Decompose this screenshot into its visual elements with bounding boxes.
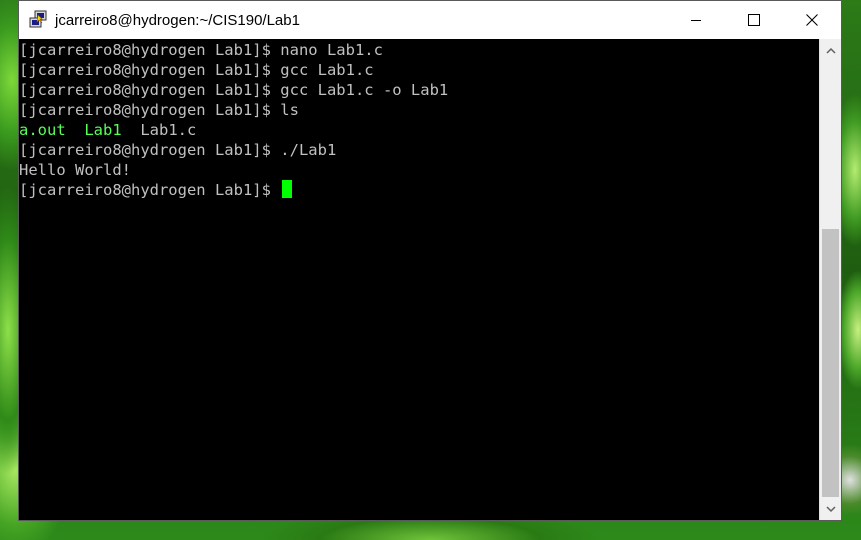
- program-output-line: Hello World!: [19, 161, 131, 179]
- ls-entry-file: Lab1.c: [140, 121, 197, 139]
- scroll-thumb[interactable]: [822, 229, 839, 497]
- minimize-button[interactable]: [667, 1, 725, 39]
- chevron-down-icon: [825, 505, 836, 512]
- vertical-scrollbar[interactable]: [819, 39, 841, 520]
- title-bar[interactable]: jcarreiro8@hydrogen:~/CIS190/Lab1: [19, 1, 841, 39]
- maximize-button[interactable]: [725, 1, 783, 39]
- shell-prompt: [jcarreiro8@hydrogen Lab1]$: [19, 181, 281, 199]
- putty-window: jcarreiro8@hydrogen:~/CIS190/Lab1 [jcarr…: [18, 0, 842, 521]
- scroll-up-button[interactable]: [820, 40, 841, 60]
- close-icon: [806, 14, 818, 26]
- scroll-down-button[interactable]: [820, 499, 841, 519]
- terminal-line: [jcarreiro8@hydrogen Lab1]$ ./Lab1: [19, 141, 337, 159]
- terminal-line: [jcarreiro8@hydrogen Lab1]$ nano Lab1.c: [19, 41, 383, 59]
- window-title: jcarreiro8@hydrogen:~/CIS190/Lab1: [55, 11, 300, 29]
- window-controls: [667, 1, 841, 39]
- terminal-line: [jcarreiro8@hydrogen Lab1]$ gcc Lab1.c -…: [19, 81, 449, 99]
- minimize-icon: [691, 20, 701, 21]
- chevron-up-icon: [825, 47, 836, 54]
- maximize-icon: [748, 14, 760, 26]
- terminal-line: [jcarreiro8@hydrogen Lab1]$ gcc Lab1.c: [19, 61, 374, 79]
- close-button[interactable]: [783, 1, 841, 39]
- putty-icon[interactable]: [28, 10, 48, 30]
- terminal-output[interactable]: [jcarreiro8@hydrogen Lab1]$ nano Lab1.c …: [19, 39, 819, 520]
- terminal-line: [jcarreiro8@hydrogen Lab1]$ ls: [19, 101, 299, 119]
- text-cursor: [282, 180, 293, 198]
- ls-entry-executable: Lab1: [84, 121, 122, 139]
- ls-entry-executable: a.out: [19, 121, 66, 139]
- ls-output-line: a.out Lab1 Lab1.c: [19, 120, 819, 140]
- current-prompt-line: [jcarreiro8@hydrogen Lab1]$: [19, 180, 819, 200]
